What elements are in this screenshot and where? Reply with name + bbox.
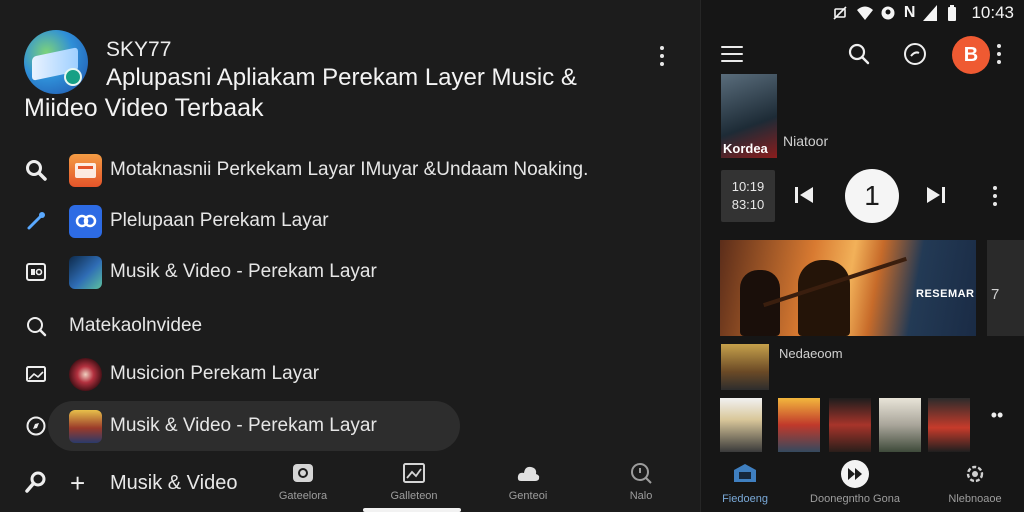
play-button[interactable]: 1 — [845, 169, 899, 223]
now-playing-title[interactable]: Niatoor — [783, 133, 828, 149]
app-logo — [24, 30, 88, 94]
tab-label: Genteoi — [508, 490, 548, 502]
previous-track-icon[interactable] — [791, 182, 817, 208]
more-dots-icon[interactable]: •• — [986, 404, 1008, 426]
screen: SKY77 Aplupasni Apliakam Perekam Layer M… — [0, 0, 1024, 512]
list-item[interactable]: Motaknasnii Perkekam Layar IMuyar &Undaa… — [0, 150, 700, 190]
tab-label: Nalo — [629, 490, 653, 502]
people-thumb — [69, 410, 102, 443]
menu-icon[interactable] — [721, 46, 743, 62]
app-title: Aplupasni Apliakam Perekam Layer Music & — [106, 64, 577, 91]
banner-title: RESEMAR — [916, 288, 975, 300]
tab-doonegntho[interactable]: Doonegntho Gona — [805, 456, 905, 512]
player-bottom-navigation: Fiedoeng Doonegntho Gona Nlebnoaoe — [701, 456, 1024, 512]
image-icon — [24, 362, 48, 386]
fast-forward-icon — [840, 459, 870, 489]
tab-galleteon[interactable]: Galleteon — [366, 456, 462, 512]
account-avatar[interactable]: B — [952, 36, 990, 74]
list-item-label: Musik & Video - Perekam Layar — [110, 415, 377, 436]
featured-banner[interactable]: RESEMAR — [720, 240, 976, 336]
mute-icon — [832, 5, 848, 21]
next-track-icon[interactable] — [923, 182, 949, 208]
more-options-icon[interactable] — [989, 42, 1009, 66]
status-bar: N 10:43 — [832, 2, 1014, 24]
search-outline-icon — [24, 314, 48, 338]
peek-number: 7 — [991, 286, 1000, 303]
tab-nalo[interactable]: Nalo — [593, 456, 689, 512]
tab-label: Gateelora — [278, 490, 328, 502]
plus-icon: + — [70, 468, 86, 498]
playlist-thumb[interactable] — [721, 344, 769, 390]
app-box-icon — [24, 260, 48, 284]
app-title-line-2: Miideo Video Terbaak — [24, 94, 264, 122]
tab-nlebnoaoe[interactable]: Nlebnoaoe — [935, 456, 1015, 512]
search-icon — [24, 158, 48, 182]
app-details-pane: SKY77 Aplupasni Apliakam Perekam Layer M… — [0, 0, 700, 512]
blue-app-thumb — [69, 205, 102, 238]
nav-item-musik-video[interactable]: + Musik & Video — [70, 470, 237, 496]
camera-icon — [290, 460, 316, 486]
tab-gateelora[interactable]: Gateelora — [255, 456, 351, 512]
time-elapsed: 10:19 — [731, 179, 765, 194]
tv-icon — [730, 459, 760, 489]
pin-icon — [24, 209, 48, 233]
list-item[interactable]: Plelupaan Perekam Layar — [0, 201, 700, 241]
tab-label: Doonegntho Gona — [810, 493, 900, 505]
time-display: 10:19 83:10 — [721, 170, 775, 222]
artwork-title: Kordea — [723, 141, 768, 156]
status-time: 10:43 — [971, 3, 1014, 22]
home-indicator[interactable] — [363, 508, 461, 512]
more-options-icon[interactable] — [652, 44, 672, 68]
battery-icon — [947, 5, 963, 21]
list-item[interactable]: Matekaolnvidee — [0, 306, 700, 346]
developer-name[interactable]: SKY77 — [106, 38, 171, 62]
compass-icon — [24, 414, 48, 438]
signal-icon — [923, 5, 939, 21]
track-options-icon[interactable] — [985, 184, 1005, 208]
cast-icon[interactable] — [903, 42, 927, 66]
cloud-icon — [515, 460, 541, 486]
gallery-icon — [401, 460, 427, 486]
list-item-label: Matekaolnvidee — [69, 315, 203, 336]
poster-thumb[interactable] — [829, 398, 871, 452]
nav-label: Musik & Video — [110, 471, 238, 494]
search-icon[interactable] — [847, 42, 871, 66]
tab-fiedoeng[interactable]: Fiedoeng — [705, 456, 785, 512]
poster-thumb[interactable] — [778, 398, 820, 452]
list-item[interactable]: Musik & Video - Perekam Layar — [0, 406, 460, 446]
network-indicator: N — [903, 4, 916, 21]
player-toolbar: B — [701, 34, 1024, 74]
poster-thumb[interactable] — [928, 398, 970, 452]
search-wand-icon[interactable] — [24, 470, 48, 494]
list-item-label: Musik & Video - Perekam Layar — [110, 261, 377, 282]
tab-label: Fiedoeng — [722, 493, 768, 505]
location-icon — [880, 5, 896, 21]
search-circle-icon — [628, 460, 654, 486]
poster-thumb[interactable] — [879, 398, 921, 452]
vinyl-thumb — [69, 358, 102, 391]
playlist-label[interactable]: Nedaeoom — [779, 346, 843, 361]
list-item-label: Motaknasnii Perkekam Layar IMuyar &Undaa… — [110, 159, 589, 180]
tab-label: Nlebnoaoe — [948, 493, 1002, 505]
music-player-pane: N 10:43 B Kordea Niatoor 10:19 83:10 1 R… — [700, 0, 1024, 512]
orange-app-thumb — [69, 154, 102, 187]
poster-thumb[interactable] — [720, 398, 762, 452]
bottom-navigation: + Musik & Video Gateelora Galleteon Gent… — [0, 456, 700, 512]
list-item[interactable]: Musicion Perekam Layar — [0, 354, 700, 394]
time-total: 83:10 — [731, 197, 765, 212]
wifi-icon — [856, 5, 873, 21]
gear-puzzle-icon — [960, 459, 990, 489]
list-item-label: Musicion Perekam Layar — [110, 363, 320, 384]
list-item[interactable]: Musik & Video - Perekam Layar — [0, 252, 700, 292]
list-item-label: Plelupaan Perekam Layar — [110, 210, 329, 231]
now-playing-artwork[interactable]: Kordea — [721, 74, 777, 158]
space-thumb — [69, 256, 102, 289]
tab-genteoi[interactable]: Genteoi — [480, 456, 576, 512]
tab-label: Galleteon — [390, 490, 438, 502]
